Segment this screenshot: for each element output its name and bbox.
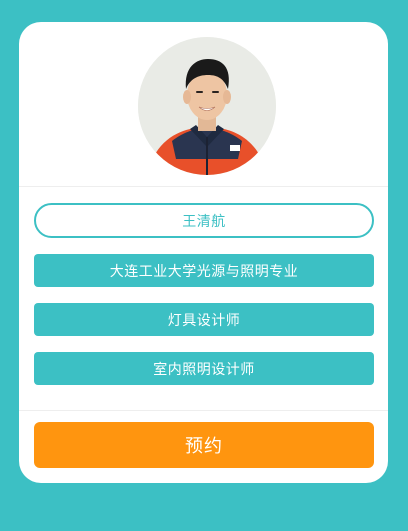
book-button-label: 预约 (185, 436, 223, 457)
profile-card: 王清航 大连工业大学光源与照明专业 灯具设计师 室内照明设计师 预约 (19, 22, 388, 483)
tag-label: 室内照明设计师 (153, 361, 255, 378)
tag-interior-lighting-designer: 室内照明设计师 (34, 352, 374, 385)
tag-school: 大连工业大学光源与照明专业 (34, 254, 374, 287)
name-pill: 王清航 (34, 203, 374, 238)
avatar (138, 37, 276, 175)
name-label: 王清航 (182, 213, 226, 230)
avatar-photo (138, 37, 276, 175)
divider (19, 410, 388, 411)
divider (19, 186, 388, 187)
tag-lighting-designer: 灯具设计师 (34, 303, 374, 336)
book-button[interactable]: 预约 (34, 422, 374, 468)
tag-label: 灯具设计师 (167, 312, 241, 329)
tag-label: 大连工业大学光源与照明专业 (109, 263, 299, 280)
